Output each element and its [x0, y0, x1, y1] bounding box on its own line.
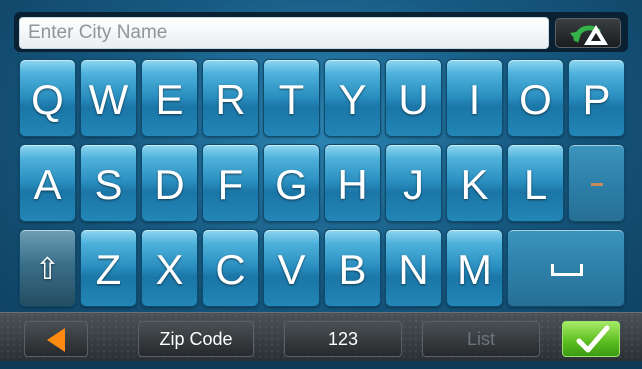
key-o[interactable]: O	[507, 59, 564, 137]
zip-code-button[interactable]: Zip Code	[138, 321, 254, 357]
checkmark-icon	[576, 325, 610, 353]
key-q[interactable]: Q	[19, 59, 76, 137]
numbers-button[interactable]: 123	[284, 321, 402, 357]
list-button[interactable]: List	[422, 321, 540, 357]
key-l[interactable]: L	[507, 144, 564, 222]
key-i[interactable]: I	[446, 59, 503, 137]
city-name-input[interactable]	[19, 17, 549, 49]
back-nav-button[interactable]	[24, 321, 88, 357]
back-arrow-icon	[570, 25, 608, 45]
key-hyphen[interactable]	[568, 144, 625, 222]
key-c[interactable]: C	[202, 229, 259, 307]
key-p[interactable]: P	[568, 59, 625, 137]
city-entry-screen: Q W E R T Y U I O P A S D F G H J K L ⇧ …	[0, 0, 642, 361]
shift-key[interactable]: ⇧	[19, 229, 76, 307]
key-a[interactable]: A	[19, 144, 76, 222]
key-v[interactable]: V	[263, 229, 320, 307]
ok-button[interactable]	[562, 321, 620, 357]
key-y[interactable]: Y	[324, 59, 381, 137]
key-t[interactable]: T	[263, 59, 320, 137]
back-button[interactable]	[555, 18, 621, 48]
hyphen-glyph	[590, 183, 603, 186]
key-h[interactable]: H	[324, 144, 381, 222]
key-m[interactable]: M	[446, 229, 503, 307]
left-arrow-icon	[47, 328, 65, 352]
key-u[interactable]: U	[385, 59, 442, 137]
key-g[interactable]: G	[263, 144, 320, 222]
key-j[interactable]: J	[385, 144, 442, 222]
key-w[interactable]: W	[80, 59, 137, 137]
key-r[interactable]: R	[202, 59, 259, 137]
key-b[interactable]: B	[324, 229, 381, 307]
space-key[interactable]	[507, 229, 625, 307]
key-e[interactable]: E	[141, 59, 198, 137]
key-f[interactable]: F	[202, 144, 259, 222]
space-glyph	[551, 264, 583, 276]
key-x[interactable]: X	[141, 229, 198, 307]
key-d[interactable]: D	[141, 144, 198, 222]
bottom-toolbar: Zip Code 123 List	[0, 312, 642, 361]
key-n[interactable]: N	[385, 229, 442, 307]
key-s[interactable]: S	[80, 144, 137, 222]
input-bar	[14, 12, 628, 52]
key-z[interactable]: Z	[80, 229, 137, 307]
key-k[interactable]: K	[446, 144, 503, 222]
